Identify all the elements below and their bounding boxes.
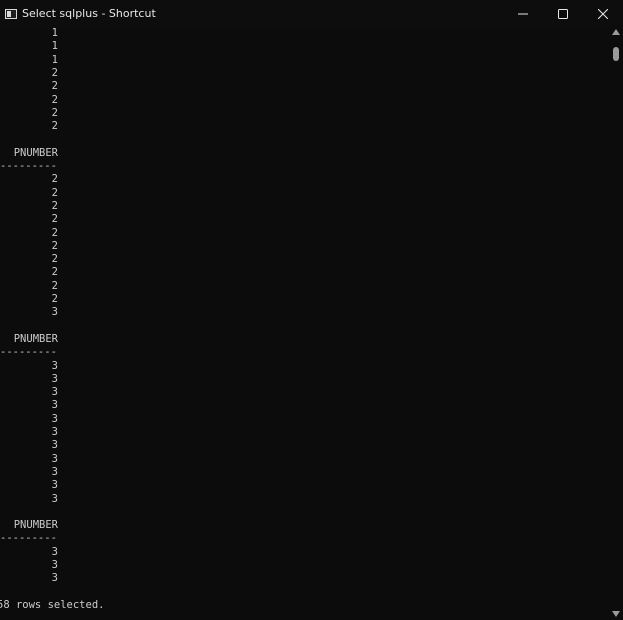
window-controls (503, 0, 623, 27)
result-row: 2 (51, 266, 58, 279)
result-row: 2 (51, 120, 58, 133)
result-row: 1 (51, 40, 58, 53)
result-row: 2 (51, 186, 58, 199)
vertical-scrollbar[interactable] (609, 27, 623, 620)
scroll-thumb[interactable] (613, 47, 619, 61)
result-row: 3 (51, 386, 58, 399)
column-header: PNUMBER (13, 519, 58, 532)
result-row: 3 (51, 426, 58, 438)
console-app-icon[interactable] (5, 8, 17, 19)
result-row: 3 (51, 545, 58, 558)
result-row: 2 (51, 239, 58, 252)
scroll-up-arrow-icon[interactable] (612, 29, 620, 35)
result-row: 3 (51, 465, 58, 478)
result-row: 2 (51, 173, 58, 186)
result-row: 2 (51, 253, 58, 266)
scroll-down-arrow-icon[interactable] (612, 611, 620, 617)
result-row: 3 (51, 399, 58, 412)
result-row: 1 (51, 53, 58, 66)
result-row: 2 (51, 279, 58, 292)
result-row: 2 (51, 80, 58, 93)
result-row: 2 (51, 293, 58, 305)
maximize-button[interactable] (543, 0, 583, 27)
window-title: Select sqlplus - Shortcut (22, 7, 156, 20)
column-separator: ---------- (0, 532, 58, 545)
column-header: PNUMBER (13, 146, 58, 159)
result-row: 3 (51, 439, 58, 452)
result-row: 3 (51, 479, 58, 492)
maximize-icon (558, 8, 568, 19)
title-bar[interactable]: Select sqlplus - Shortcut (0, 0, 623, 27)
result-row: 3 (51, 412, 58, 425)
result-row: 3 (51, 359, 58, 372)
close-icon (598, 8, 608, 19)
result-row: 1 (51, 27, 58, 39)
result-row: 2 (51, 199, 58, 212)
column-separator: ---------- (0, 160, 58, 172)
column-separator: ---------- (0, 346, 58, 359)
minimize-icon (518, 13, 528, 14)
close-button[interactable] (583, 0, 623, 27)
result-row: 3 (51, 572, 58, 585)
result-row: 3 (51, 452, 58, 465)
result-row: 3 (51, 372, 58, 385)
result-row: 3 (51, 492, 58, 505)
column-header: PNUMBER (13, 332, 58, 345)
result-row: 3 (51, 306, 58, 319)
result-row: 2 (51, 213, 58, 226)
result-row: 2 (51, 93, 58, 106)
result-row: 2 (51, 66, 58, 79)
result-row: 2 (51, 226, 58, 239)
console-output[interactable]: 1 1 1 2 2 2 2 2 PNUMBER ---------- 2 2 2 2 2 2 2 2 2 2 3 PNUM… (0, 27, 609, 620)
rows-selected-message: 58 rows selected. (0, 598, 105, 611)
result-row: 2 (51, 106, 58, 119)
console-window: Select sqlplus - Shortcut 1 1 1 2 2 2 2 2 PNUMBE… (0, 0, 623, 620)
minimize-button[interactable] (503, 0, 543, 27)
result-row: 3 (51, 559, 58, 571)
